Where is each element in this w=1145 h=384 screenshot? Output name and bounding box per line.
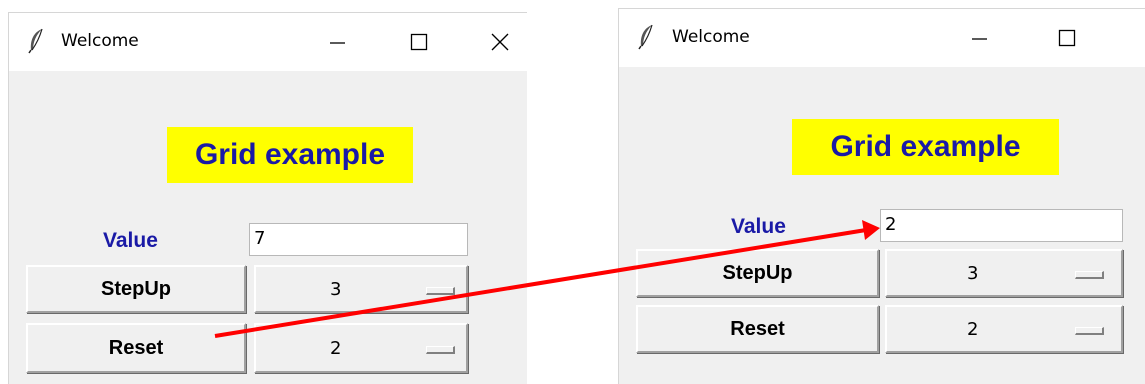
annotation-arrow	[214, 220, 880, 338]
